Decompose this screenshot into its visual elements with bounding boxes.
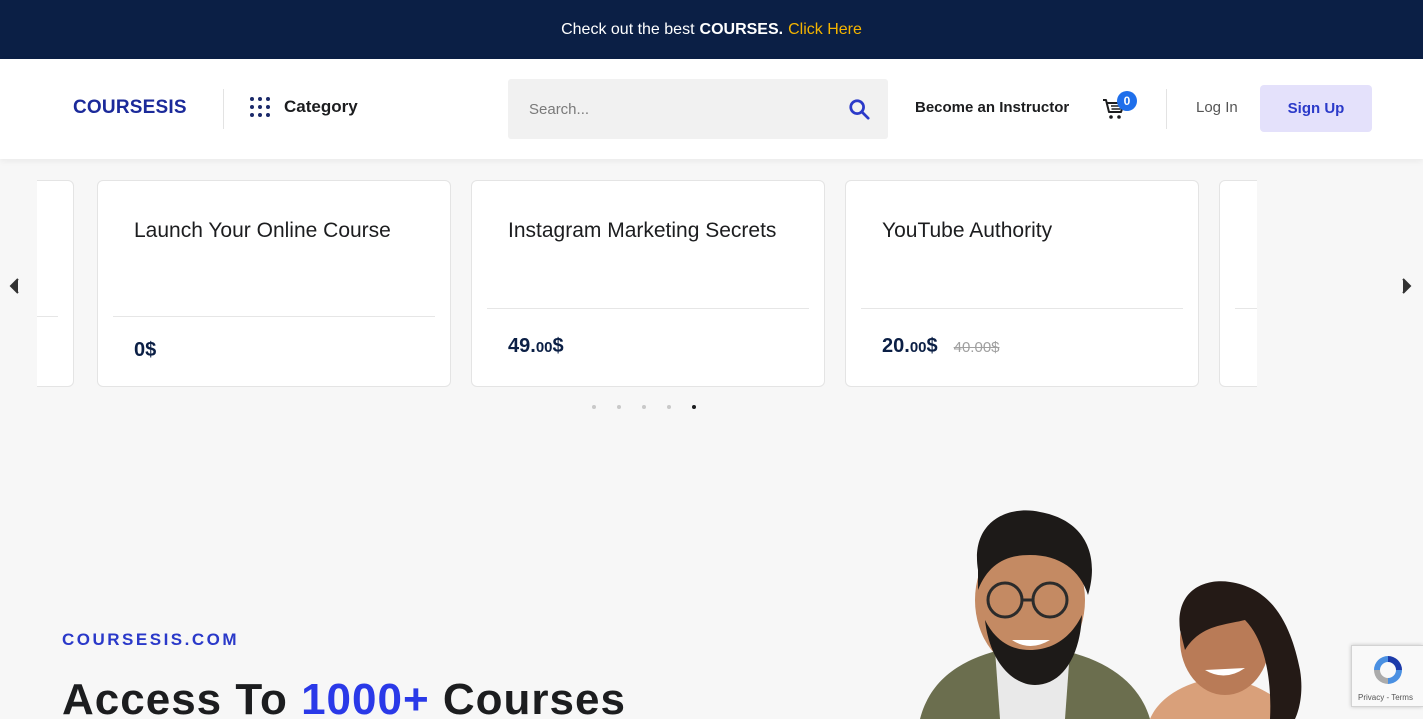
card-separator (1235, 308, 1257, 309)
hero-title-accent: 1000+ (301, 675, 430, 719)
hero-title-suffix: Courses (442, 675, 626, 719)
announcement-bar: Check out the best COURSES. Click Here (0, 0, 1423, 59)
course-title: Launch Your Online Course (134, 219, 391, 242)
search-input[interactable] (529, 100, 829, 118)
price-main: 49. (508, 335, 536, 357)
become-instructor-link[interactable]: Become an Instructor (915, 99, 1069, 116)
card-separator (861, 308, 1183, 309)
carousel-pagination (592, 405, 717, 409)
search-icon[interactable] (848, 98, 870, 120)
header-divider (223, 89, 224, 129)
announcement-text: Check out the best (561, 20, 695, 38)
hero-title-prefix: Access To (62, 675, 288, 719)
hero-title: Access To 1000+ Courses (62, 675, 626, 719)
pagination-dot[interactable] (667, 405, 671, 409)
carousel-prev-arrow[interactable] (6, 277, 24, 295)
old-price: 40.00$ (953, 339, 1000, 356)
site-logo[interactable]: COURSESIS (73, 97, 187, 119)
course-title: YouTube Authority (882, 219, 1053, 242)
login-link[interactable]: Log In (1196, 99, 1238, 116)
price-cents: 00 (535, 339, 553, 356)
course-card[interactable]: YouTube Authority 20. 00 $ 40.00$ (845, 180, 1199, 387)
price-currency: $ (926, 335, 938, 357)
hero-people-photo (920, 510, 1302, 719)
announcement-link[interactable]: Click Here (788, 21, 862, 39)
course-card[interactable]: Instagram Marketing Secrets 49. 00 $ (471, 180, 825, 387)
hero-eyebrow: COURSESIS.COM (62, 630, 240, 649)
site-header: COURSESIS Category Become an Instructor … (0, 59, 1423, 159)
course-card[interactable]: Launch Your Online Course 0$ (97, 180, 451, 387)
pagination-dot[interactable] (617, 405, 621, 409)
category-label: Category (284, 97, 358, 116)
pagination-dot[interactable] (642, 405, 646, 409)
course-card-partial[interactable] (37, 180, 74, 387)
chevron-left-icon (9, 278, 19, 294)
cart-count-badge: 0 (1117, 91, 1137, 111)
card-separator (113, 316, 435, 317)
signup-button[interactable]: Sign Up (1260, 85, 1372, 132)
course-price: 0$ (134, 339, 156, 362)
course-card-partial[interactable] (1219, 180, 1257, 387)
carousel-next-arrow[interactable] (1397, 277, 1415, 295)
price-currency: $ (552, 335, 564, 357)
grid-dots-icon (250, 97, 270, 117)
course-title: Instagram Marketing Secrets (508, 219, 777, 242)
recaptcha-icon (1374, 656, 1402, 684)
pagination-dot[interactable] (592, 405, 596, 409)
chevron-right-icon (1402, 278, 1412, 294)
price-main: 0$ (134, 339, 157, 361)
category-menu-button[interactable]: Category (250, 97, 358, 117)
pagination-dot-active[interactable] (692, 405, 696, 409)
recaptcha-badge[interactable]: Privacy - Terms (1351, 645, 1423, 707)
announcement-highlight: COURSES. (699, 20, 784, 38)
search-box (508, 79, 888, 139)
course-price: 20. 00 $ 40.00$ (882, 335, 1000, 358)
recaptcha-links[interactable]: Privacy - Terms (1358, 693, 1413, 702)
card-separator (487, 308, 809, 309)
card-separator (37, 316, 58, 317)
header-divider (1166, 89, 1167, 129)
course-carousel: Launch Your Online Course 0$ Instagram M… (37, 178, 1257, 390)
course-price: 49. 00 $ (508, 335, 564, 358)
price-cents: 00 (909, 339, 927, 356)
price-main: 20. (882, 335, 910, 357)
